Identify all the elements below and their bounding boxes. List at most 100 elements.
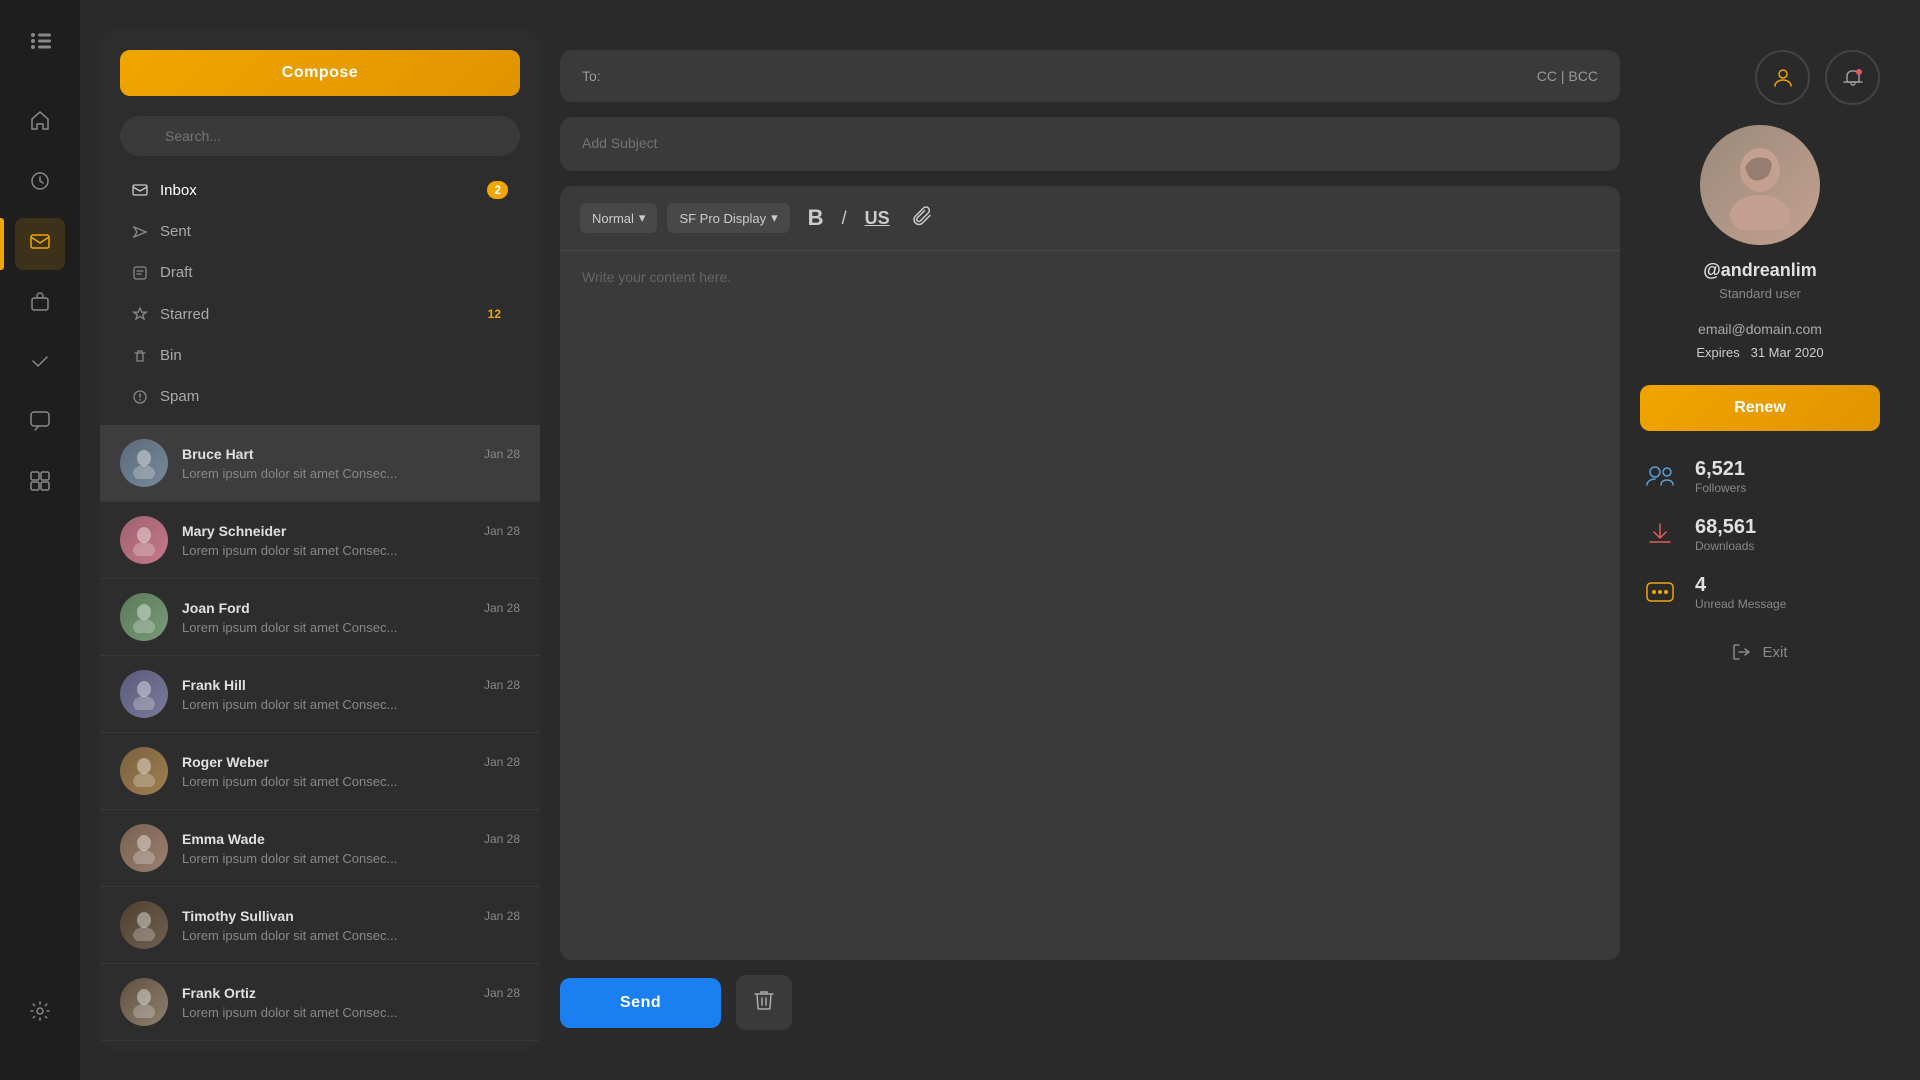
message-header: Roger Weber Jan 28 bbox=[182, 754, 520, 770]
unread-message-icon bbox=[1640, 572, 1680, 612]
search-wrapper bbox=[120, 116, 520, 156]
messages-list: Bruce Hart Jan 28 Lorem ipsum dolor sit … bbox=[100, 425, 540, 1050]
search-area bbox=[100, 116, 540, 171]
downloads-stat: 68,561 Downloads bbox=[1695, 516, 1756, 553]
sidebar-item-mail[interactable] bbox=[15, 218, 65, 270]
compose-button[interactable]: Compose bbox=[120, 50, 520, 96]
avatar bbox=[120, 978, 168, 1026]
message-date: Jan 28 bbox=[484, 601, 520, 615]
list-item[interactable]: Emma Wade Jan 28 Lorem ipsum dolor sit a… bbox=[100, 810, 540, 887]
profile-top-icons bbox=[1640, 50, 1880, 105]
message-date: Jan 28 bbox=[484, 909, 520, 923]
sidebar-item-bag[interactable] bbox=[15, 278, 65, 330]
message-preview: Lorem ipsum dolor sit amet Consec... bbox=[182, 697, 520, 712]
subject-input[interactable] bbox=[582, 135, 1598, 151]
toolbar-divider-1: / bbox=[842, 208, 847, 229]
underline-button[interactable]: US bbox=[857, 203, 898, 234]
message-preview: Lorem ipsum dolor sit amet Consec... bbox=[182, 620, 520, 635]
mail-nav-list: Inbox 2 Sent Draft Starred bbox=[100, 171, 540, 425]
profile-avatar bbox=[1700, 125, 1820, 245]
message-date: Jan 28 bbox=[484, 447, 520, 461]
sidebar-item-chat[interactable] bbox=[15, 398, 65, 450]
notification-icon-button[interactable] bbox=[1825, 50, 1880, 105]
profile-username: @andreanlim bbox=[1703, 260, 1817, 281]
stat-messages: 4 Unread Message bbox=[1640, 572, 1880, 612]
message-name: Bruce Hart bbox=[182, 446, 254, 462]
avatar bbox=[120, 670, 168, 718]
sidebar-item-settings[interactable] bbox=[15, 988, 65, 1040]
font-family-value: SF Pro Display bbox=[679, 211, 766, 226]
sidebar-item-clock[interactable] bbox=[15, 158, 65, 210]
spam-label: Spam bbox=[160, 388, 508, 405]
attach-button[interactable] bbox=[908, 201, 938, 236]
font-family-chevron: ▾ bbox=[771, 210, 778, 226]
bin-label: Bin bbox=[160, 347, 508, 364]
delete-button[interactable] bbox=[736, 975, 792, 1030]
nav-item-inbox[interactable]: Inbox 2 bbox=[120, 171, 520, 209]
message-name: Timothy Sullivan bbox=[182, 908, 294, 924]
message-name: Mary Schneider bbox=[182, 523, 286, 539]
inbox-label: Inbox bbox=[160, 182, 475, 199]
list-item[interactable]: Bruce Hart Jan 28 Lorem ipsum dolor sit … bbox=[100, 425, 540, 502]
profile-panel: @andreanlim Standard user email@domain.c… bbox=[1620, 30, 1900, 1050]
list-item[interactable]: Jonathan Patel Jan 28 Lorem ipsum dolor … bbox=[100, 1041, 540, 1050]
renew-button[interactable]: Renew bbox=[1640, 385, 1880, 431]
starred-badge: 12 bbox=[481, 305, 508, 323]
message-content: Timothy Sullivan Jan 28 Lorem ipsum dolo… bbox=[182, 908, 520, 943]
message-date: Jan 28 bbox=[484, 678, 520, 692]
cc-bcc-actions[interactable]: CC | BCC bbox=[1537, 68, 1598, 84]
sidebar-bottom-items bbox=[15, 988, 65, 1040]
list-item[interactable]: Mary Schneider Jan 28 Lorem ipsum dolor … bbox=[100, 502, 540, 579]
nav-item-draft[interactable]: Draft bbox=[120, 254, 520, 291]
list-item[interactable]: Frank Ortiz Jan 28 Lorem ipsum dolor sit… bbox=[100, 964, 540, 1041]
message-content: Joan Ford Jan 28 Lorem ipsum dolor sit a… bbox=[182, 600, 520, 635]
message-header: Emma Wade Jan 28 bbox=[182, 831, 520, 847]
nav-item-spam[interactable]: Spam bbox=[120, 378, 520, 415]
editor-content-area[interactable]: Write your content here. bbox=[560, 251, 1620, 960]
message-date: Jan 28 bbox=[484, 524, 520, 538]
to-input[interactable] bbox=[611, 68, 1527, 84]
subject-field bbox=[560, 117, 1620, 171]
hamburger-menu-icon[interactable] bbox=[15, 20, 65, 68]
send-button[interactable]: Send bbox=[560, 978, 721, 1028]
avatar bbox=[120, 439, 168, 487]
bold-button[interactable]: B bbox=[800, 200, 832, 236]
avatar bbox=[120, 747, 168, 795]
message-preview: Lorem ipsum dolor sit amet Consec... bbox=[182, 851, 520, 866]
list-item[interactable]: Frank Hill Jan 28 Lorem ipsum dolor sit … bbox=[100, 656, 540, 733]
font-size-chevron: ▾ bbox=[639, 210, 646, 226]
message-name: Frank Hill bbox=[182, 677, 246, 693]
stat-downloads: 68,561 Downloads bbox=[1640, 514, 1880, 554]
downloads-label: Downloads bbox=[1695, 539, 1756, 553]
font-family-select[interactable]: SF Pro Display ▾ bbox=[667, 203, 789, 233]
editor-placeholder: Write your content here. bbox=[582, 269, 731, 285]
list-item[interactable]: Timothy Sullivan Jan 28 Lorem ipsum dolo… bbox=[100, 887, 540, 964]
sidebar-item-layout[interactable] bbox=[15, 458, 65, 510]
main-container: Compose Inbox 2 bbox=[80, 0, 1920, 1080]
nav-item-sent[interactable]: Sent bbox=[120, 213, 520, 250]
exit-label: Exit bbox=[1762, 644, 1787, 661]
user-icon-button[interactable] bbox=[1755, 50, 1810, 105]
message-content: Bruce Hart Jan 28 Lorem ipsum dolor sit … bbox=[182, 446, 520, 481]
message-content: Emma Wade Jan 28 Lorem ipsum dolor sit a… bbox=[182, 831, 520, 866]
sidebar-nav-items bbox=[15, 98, 65, 978]
search-input[interactable] bbox=[120, 116, 520, 156]
list-item[interactable]: Roger Weber Jan 28 Lorem ipsum dolor sit… bbox=[100, 733, 540, 810]
inbox-badge: 2 bbox=[487, 181, 508, 199]
followers-label: Followers bbox=[1695, 481, 1746, 495]
list-item[interactable]: Joan Ford Jan 28 Lorem ipsum dolor sit a… bbox=[100, 579, 540, 656]
message-date: Jan 28 bbox=[484, 755, 520, 769]
sidebar-item-check[interactable] bbox=[15, 338, 65, 390]
message-content: Frank Hill Jan 28 Lorem ipsum dolor sit … bbox=[182, 677, 520, 712]
message-header: Timothy Sullivan Jan 28 bbox=[182, 908, 520, 924]
sidebar-item-home[interactable] bbox=[15, 98, 65, 150]
exit-button[interactable]: Exit bbox=[1722, 632, 1797, 672]
message-preview: Lorem ipsum dolor sit amet Consec... bbox=[182, 543, 520, 558]
message-date: Jan 28 bbox=[484, 832, 520, 846]
expires-date: 31 Mar 2020 bbox=[1751, 345, 1824, 360]
nav-item-bin[interactable]: Bin bbox=[120, 337, 520, 374]
starred-label: Starred bbox=[160, 306, 469, 323]
messages-stat: 4 Unread Message bbox=[1695, 574, 1786, 611]
font-size-select[interactable]: Normal ▾ bbox=[580, 203, 657, 233]
nav-item-starred[interactable]: Starred 12 bbox=[120, 295, 520, 333]
